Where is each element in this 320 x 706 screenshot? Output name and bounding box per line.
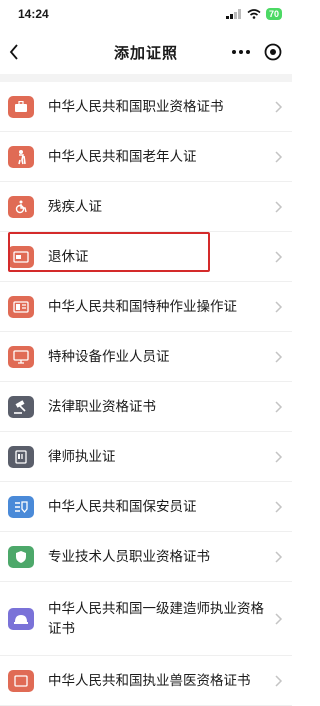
list-item[interactable]: 特种设备作业人员证 [0, 332, 292, 382]
list-item-label: 中华人民共和国老年人证 [48, 148, 197, 165]
chevron-right-icon [275, 350, 283, 363]
target-close-button[interactable] [264, 43, 282, 61]
chevron-right-icon [275, 450, 283, 463]
list-item-label: 中华人民共和国保安员证 [48, 498, 197, 515]
chevron-right-icon [275, 550, 283, 563]
section-divider [0, 74, 292, 82]
annotation-highlight-box [8, 232, 210, 272]
list-item-label: 中华人民共和国执业兽医资格证书 [48, 672, 251, 689]
chevron-right-icon [275, 500, 283, 513]
chevron-right-icon [275, 200, 283, 213]
status-time: 14:24 [18, 7, 49, 21]
battery-indicator: 70 [265, 8, 282, 20]
list-item-label: 法律职业资格证书 [48, 398, 156, 415]
list-item[interactable]: 中华人民共和国老年人证 [0, 132, 292, 182]
list-item-label: 特种设备作业人员证 [48, 348, 170, 365]
page-title: 添加证照 [113, 43, 178, 62]
list-item[interactable]: 中华人民共和国职业资格证书 [0, 82, 292, 132]
list-item-label: 律师执业证 [48, 448, 116, 465]
chevron-left-icon [9, 44, 18, 60]
list-item[interactable]: 法律职业资格证书 [0, 382, 292, 432]
gavel-icon [8, 395, 34, 418]
chevron-right-icon [275, 400, 283, 413]
list-item-label: 中华人民共和国特种作业操作证 [48, 298, 237, 315]
list-item[interactable]: 专业技术人员职业资格证书 [0, 532, 292, 582]
briefcase-icon [8, 95, 34, 118]
chevron-right-icon [275, 612, 283, 625]
security-icon [8, 495, 34, 518]
certificate-icon [8, 669, 34, 692]
id-card-icon [8, 295, 34, 318]
list-item-label: 残疾人证 [48, 198, 102, 215]
certificate-list: 中华人民共和国职业资格证书 中华人民共和国老年人证 残疾人证 退休证 中华人民共… [0, 82, 292, 706]
nav-bar: 添加证照 [0, 34, 292, 70]
monitor-icon [8, 345, 34, 368]
chevron-right-icon [275, 250, 283, 263]
chevron-right-icon [275, 150, 283, 163]
list-item[interactable]: 残疾人证 [0, 182, 292, 232]
chevron-right-icon [275, 300, 283, 313]
chevron-right-icon [275, 674, 283, 687]
chevron-right-icon [275, 100, 283, 113]
signal-icon [225, 9, 241, 19]
shield-icon [8, 545, 34, 568]
back-button[interactable] [2, 38, 26, 66]
list-item[interactable]: 中华人民共和国保安员证 [0, 482, 292, 532]
list-item[interactable]: 律师执业证 [0, 432, 292, 482]
dot-icon [239, 50, 243, 54]
list-item[interactable]: 中华人民共和国特种作业操作证 [0, 282, 292, 332]
status-bar: 14:24 70 [0, 0, 292, 28]
list-item-label: 专业技术人员职业资格证书 [48, 548, 210, 565]
more-options-button[interactable] [232, 42, 250, 62]
list-item-label: 中华人民共和国一级建造师执业资格证书 [48, 600, 264, 637]
wheelchair-icon [8, 195, 34, 218]
list-item-label: 中华人民共和国职业资格证书 [48, 98, 224, 115]
dot-icon [246, 50, 250, 54]
status-icons: 70 [225, 8, 282, 20]
dot-icon [232, 50, 236, 54]
list-item[interactable]: 中华人民共和国一级建造师执业资格证书 [0, 582, 292, 656]
document-icon [8, 445, 34, 468]
elderly-person-icon [8, 145, 34, 168]
list-item[interactable]: 中华人民共和国执业兽医资格证书 [0, 656, 292, 706]
helmet-icon [8, 607, 34, 630]
wifi-icon [247, 9, 261, 19]
